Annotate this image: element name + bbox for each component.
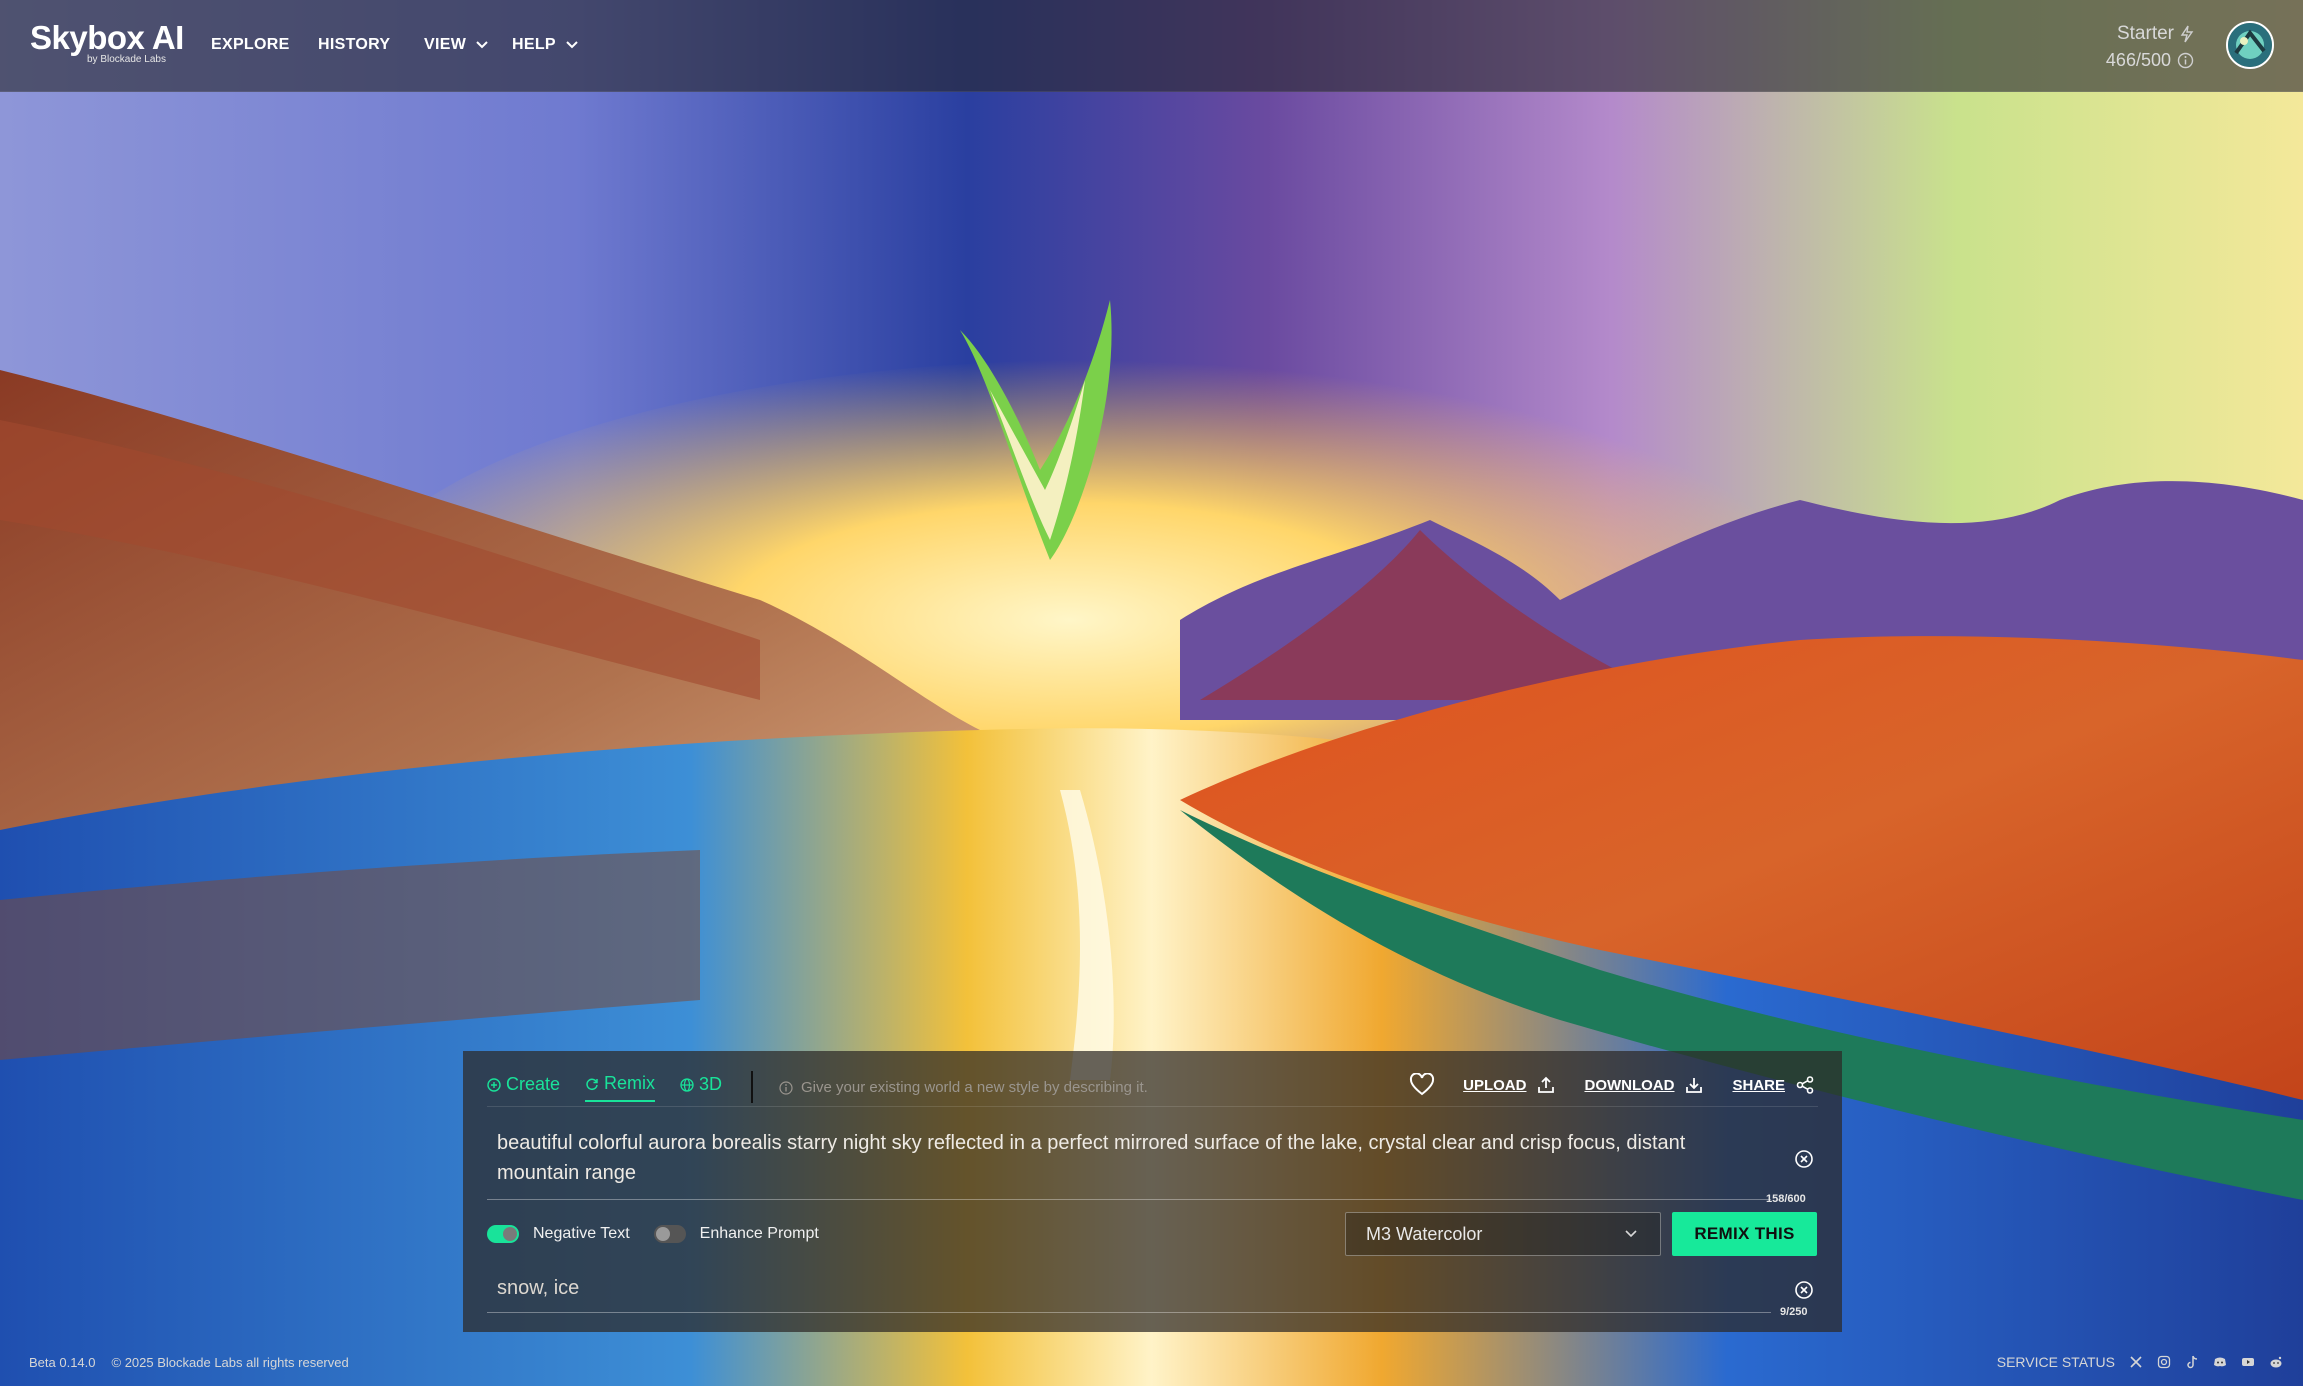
nav-help-dropdown[interactable]: HELP <box>512 36 579 54</box>
info-icon[interactable] <box>2177 52 2194 69</box>
panel-actions: UPLOAD DOWNLOAD SHARE <box>1409 1073 1815 1097</box>
tab-create-label: Create <box>506 1074 561 1094</box>
discord-icon[interactable] <box>2213 1355 2227 1369</box>
negative-underline <box>487 1312 1771 1313</box>
logo-subtitle: by Blockade Labs <box>87 54 166 65</box>
nav-history-label: HISTORY <box>318 36 391 53</box>
copyright-label: © 2025 Blockade Labs all rights reserved <box>111 1355 349 1370</box>
share-icon <box>1796 1076 1814 1094</box>
service-status-link[interactable]: SERVICE STATUS <box>1997 1354 2115 1370</box>
plus-circle-icon <box>487 1077 501 1092</box>
credits-count: 466/500 <box>2105 50 2171 70</box>
version-label: Beta 0.14.0 <box>29 1355 96 1370</box>
mode-tabs: Create Remix 3D <box>487 1073 722 1102</box>
tiktok-icon[interactable] <box>2185 1355 2199 1369</box>
download-button[interactable]: DOWNLOAD <box>1584 1075 1704 1095</box>
style-select-value: M3 Watercolor <box>1366 1223 1483 1244</box>
prompt-textarea[interactable]: beautiful colorful aurora borealis starr… <box>497 1128 1757 1188</box>
nav-explore[interactable]: EXPLORE <box>211 36 290 54</box>
enhance-prompt-toggle[interactable] <box>653 1225 686 1243</box>
instagram-icon[interactable] <box>2157 1355 2171 1369</box>
logo-title: Skybox AI <box>30 19 184 56</box>
refresh-icon <box>586 1078 598 1090</box>
tab-3d-label: 3D <box>699 1074 723 1094</box>
plan-name: Starter <box>2116 23 2174 44</box>
tab-remix-label: Remix <box>604 1073 656 1093</box>
reddit-icon[interactable] <box>2269 1355 2283 1369</box>
mode-hint: Give your existing world a new style by … <box>779 1079 1148 1096</box>
style-select[interactable]: M3 Watercolor <box>1345 1212 1661 1256</box>
nav-view-label: VIEW <box>424 36 467 53</box>
upload-button[interactable]: UPLOAD <box>1463 1075 1556 1095</box>
negative-prompt-input[interactable]: snow, ice <box>497 1277 579 1300</box>
prompt-underline <box>487 1199 1771 1200</box>
nav-history[interactable]: HISTORY <box>318 36 390 54</box>
enhance-prompt-label: Enhance Prompt <box>699 1225 819 1242</box>
chevron-down-icon <box>566 41 578 49</box>
share-label: SHARE <box>1732 1076 1785 1094</box>
heart-icon[interactable] <box>1409 1073 1435 1097</box>
lightning-icon <box>2180 25 2194 43</box>
share-button[interactable]: SHARE <box>1732 1075 1815 1095</box>
nav-help-label: HELP <box>512 36 556 53</box>
remix-panel: Create Remix 3D Give your existing world… <box>463 1051 1842 1332</box>
panel-divider <box>487 1106 1818 1107</box>
tab-3d[interactable]: 3D <box>680 1074 722 1101</box>
footer-links: SERVICE STATUS <box>1997 1354 2283 1370</box>
info-icon <box>779 1080 793 1095</box>
tab-divider <box>751 1071 753 1103</box>
globe-icon <box>680 1077 694 1092</box>
account-plan[interactable]: Starter 466/500 <box>2106 23 2194 71</box>
youtube-icon[interactable] <box>2241 1355 2255 1369</box>
nav-view-dropdown[interactable]: VIEW <box>424 36 489 54</box>
upload-label: UPLOAD <box>1463 1076 1527 1094</box>
negative-char-counter: 9/250 <box>1780 1306 1808 1318</box>
tab-create[interactable]: Create <box>487 1074 560 1101</box>
download-icon <box>1686 1078 1703 1093</box>
nav-explore-label: EXPLORE <box>211 36 290 53</box>
negative-text-toggle[interactable] <box>487 1225 519 1243</box>
x-icon[interactable] <box>2129 1355 2143 1369</box>
negative-text-label: Negative Text <box>533 1225 630 1242</box>
clear-negative-icon[interactable] <box>1794 1280 1814 1300</box>
chevron-down-icon <box>476 41 488 49</box>
user-avatar[interactable] <box>2226 21 2274 69</box>
upload-icon <box>1538 1076 1555 1093</box>
download-label: DOWNLOAD <box>1584 1076 1675 1094</box>
mode-hint-text: Give your existing world a new style by … <box>801 1079 1148 1096</box>
chevron-down-icon <box>1625 1230 1637 1238</box>
prompt-options: Negative Text Enhance Prompt <box>487 1225 829 1243</box>
tab-remix[interactable]: Remix <box>585 1073 656 1102</box>
skybox-logo[interactable]: Skybox AI by Blockade Labs <box>30 19 184 66</box>
footer-info: Beta 0.14.0 © 2025 Blockade Labs all rig… <box>29 1355 349 1370</box>
prompt-char-counter: 158/600 <box>1766 1193 1806 1205</box>
remix-this-button[interactable]: REMIX THIS <box>1672 1212 1817 1256</box>
top-navigation-bar: Skybox AI by Blockade Labs EXPLORE HISTO… <box>0 0 2303 92</box>
clear-prompt-icon[interactable] <box>1794 1149 1814 1169</box>
